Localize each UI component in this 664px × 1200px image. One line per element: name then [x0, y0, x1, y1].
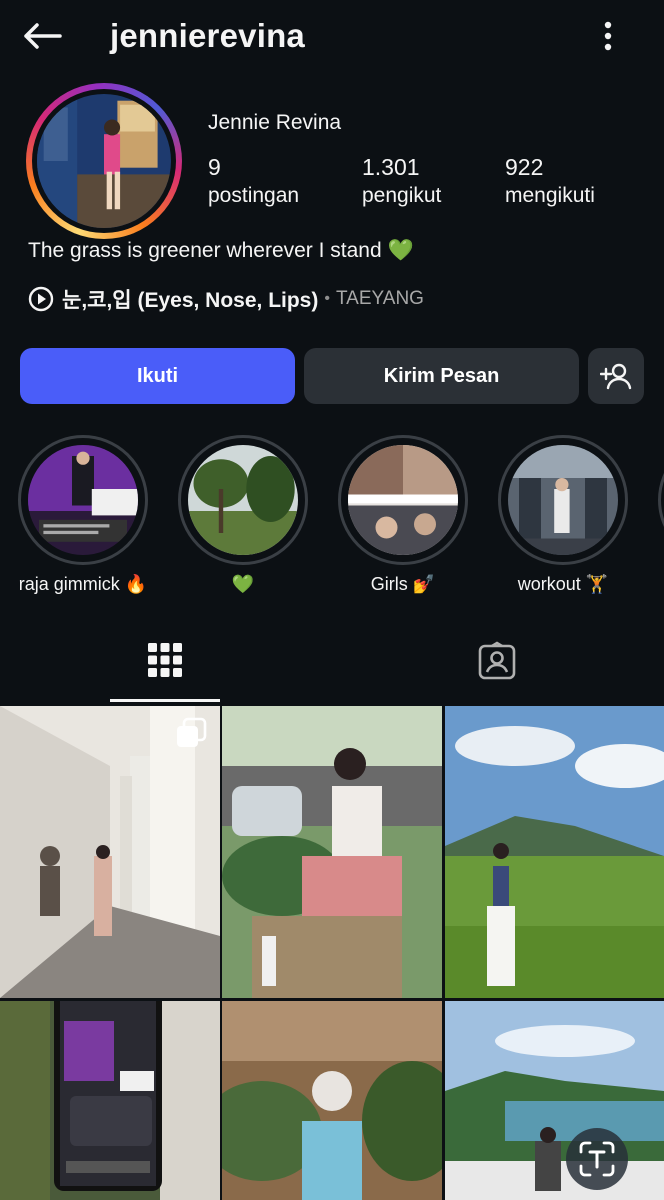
tagged-person-icon: [478, 641, 516, 680]
add-person-icon: [600, 363, 632, 390]
post-thumbnail[interactable]: [0, 1001, 220, 1200]
bio-text: The grass is greener wherever I stand 💚: [28, 239, 414, 262]
highlight-item[interactable]: Girls 💅: [338, 435, 468, 597]
highlight-label: Girls 💅: [370, 574, 436, 594]
highlight-label: 💚: [231, 574, 255, 594]
post-thumbnail[interactable]: [445, 1001, 664, 1200]
followers-count: 1.301: [362, 154, 420, 180]
highlight-item[interactable]: 💚: [178, 435, 308, 597]
profile-music[interactable]: 눈,코,입 (Eyes, Nose, Lips) • TAEYANG: [28, 284, 424, 314]
post-thumbnail[interactable]: [445, 706, 664, 998]
highlight-cover: [188, 445, 298, 555]
post-thumbnail[interactable]: [222, 1001, 442, 1200]
tab-tagged[interactable]: [442, 620, 552, 702]
profile-username: jennierevina: [110, 17, 305, 54]
posts-count: 9: [208, 154, 221, 180]
highlight-label: workout 🏋️: [517, 574, 609, 594]
song-title: 눈,코,입 (Eyes, Nose, Lips): [62, 289, 319, 312]
message-button[interactable]: Kirim Pesan: [304, 348, 579, 404]
song-artist: TAEYANG: [335, 288, 424, 309]
followers-label: pengikut: [362, 184, 442, 207]
play-circle-icon: [28, 286, 54, 312]
carousel-icon: [174, 716, 208, 750]
highlight-item[interactable]: raja gimmick 🔥: [18, 435, 148, 597]
post-thumbnail[interactable]: [222, 706, 442, 998]
grid-icon: [148, 642, 182, 677]
back-arrow-icon[interactable]: [16, 14, 68, 58]
tab-posts-grid[interactable]: [110, 620, 220, 702]
highlight-cover: [348, 445, 458, 555]
following-label: mengikuti: [505, 184, 595, 207]
following-count: 922: [505, 154, 544, 180]
music-separator: •: [324, 290, 330, 307]
highlight-item-partial[interactable]: [658, 435, 664, 565]
more-options-icon[interactable]: [588, 14, 628, 58]
following-stat[interactable]: 922 mengikuti: [505, 152, 595, 210]
avatar: [37, 94, 171, 228]
highlight-cover: [28, 445, 138, 555]
suggested-accounts-button[interactable]: [588, 348, 644, 404]
posts-stat: 9 postingan: [208, 152, 299, 210]
story-ring[interactable]: [26, 83, 182, 239]
highlight-label: raja gimmick 🔥: [18, 574, 148, 594]
text-scan-button[interactable]: [566, 1128, 628, 1190]
posts-label: postingan: [208, 184, 300, 207]
followers-stat[interactable]: 1.301 pengikut: [362, 152, 441, 210]
follow-button[interactable]: Ikuti: [20, 348, 295, 404]
highlight-cover: [508, 445, 618, 555]
scan-text-icon: [579, 1141, 615, 1177]
display-name: Jennie Revina: [208, 111, 342, 134]
highlight-item[interactable]: workout 🏋️: [498, 435, 628, 597]
